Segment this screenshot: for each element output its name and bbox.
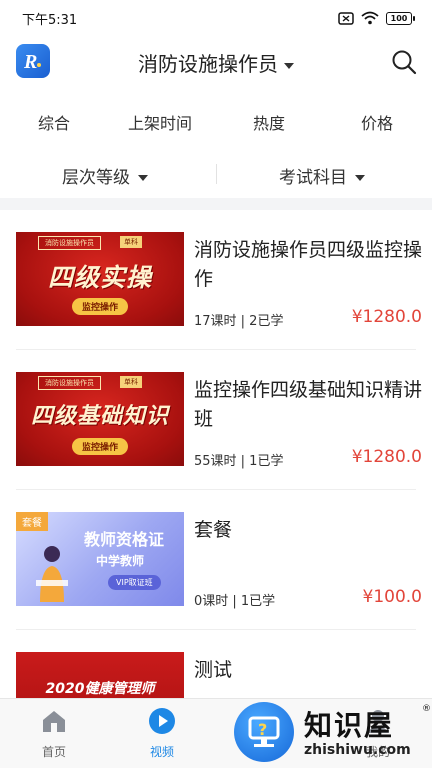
search-icon[interactable]: [390, 48, 418, 76]
chevron-down-icon: [355, 175, 365, 181]
level-filter[interactable]: 层次等级: [62, 163, 148, 188]
thumbnail-pill: 监控操作: [71, 438, 129, 455]
course-price: ¥1280.0: [351, 307, 422, 327]
thumbnail-subheadline: 中学教师: [96, 554, 145, 568]
course-thumbnail: 2020健康管理师: [16, 652, 184, 698]
thumbnail-badge: 单科: [120, 376, 142, 388]
tab-popularity[interactable]: 热度: [253, 110, 285, 134]
section-divider: [0, 198, 432, 210]
filter-bar: 层次等级 考试科目: [0, 152, 432, 196]
thumbnail-corner-tag: 套餐: [16, 512, 48, 531]
course-card[interactable]: 消防设施操作员 单科 四级实操 监控操作 消防设施操作员四级监控操作 17课时 …: [16, 210, 422, 350]
watermark-url: zhishiwu.com: [304, 742, 411, 758]
notification-mute-icon: [338, 11, 354, 25]
nav-video-label: 视频: [149, 745, 174, 759]
course-title: 套餐: [194, 519, 233, 541]
watermark-registered: ®: [422, 704, 431, 714]
nav-home-label: 首页: [41, 745, 66, 759]
course-meta: 0课时 | 1已学: [194, 594, 276, 609]
status-icons: 100: [338, 11, 415, 25]
course-price: ¥1280.0: [351, 447, 422, 467]
status-bar: 下午5:31 100: [0, 0, 432, 36]
teacher-illustration-icon: [36, 546, 68, 602]
thumbnail-badge: 单科: [120, 236, 142, 248]
level-filter-label: 层次等级: [62, 168, 130, 188]
course-title: 消防设施操作员四级监控操作: [194, 239, 423, 290]
course-card[interactable]: 消防设施操作员 单科 四级基础知识 监控操作 监控操作四级基础知识精讲班 55课…: [16, 350, 422, 490]
watermark-name: 知识屋: [304, 709, 395, 742]
course-thumbnail: 消防设施操作员 单科 四级基础知识 监控操作: [16, 372, 184, 466]
course-list: 消防设施操作员 单科 四级实操 监控操作 消防设施操作员四级监控操作 17课时 …: [0, 210, 432, 698]
thumbnail-headline: 2020健康管理师: [45, 681, 155, 697]
watermark: ? 知识屋 ® zhishiwu.com: [234, 700, 432, 768]
page-title: 消防设施操作员: [138, 52, 278, 76]
category-selector[interactable]: 消防设施操作员: [0, 48, 432, 77]
course-meta: 17课时 | 2已学: [194, 314, 284, 329]
status-time: 下午5:31: [22, 12, 78, 28]
wifi-icon: [361, 11, 379, 25]
course-thumbnail: 消防设施操作员 单科 四级实操 监控操作: [16, 232, 184, 326]
subject-filter-label: 考试科目: [279, 168, 347, 188]
sort-tabs: 综合 上架时间 热度 价格: [0, 98, 432, 142]
course-meta: 55课时 | 1已学: [194, 454, 284, 469]
thumbnail-pill: 监控操作: [71, 298, 129, 315]
thumbnail-tag: 消防设施操作员: [38, 236, 101, 250]
course-card[interactable]: 套餐 教师资格证 中学教师 VIP取证班 套餐 0课时 | 1已学 ¥100.0: [16, 490, 422, 630]
course-title: 监控操作四级基础知识精讲班: [194, 379, 423, 430]
thumbnail-headline: 四级基础知识: [30, 404, 169, 429]
tab-listing-time[interactable]: 上架时间: [128, 110, 192, 134]
thumbnail-tag: 消防设施操作员: [38, 376, 101, 390]
nav-video[interactable]: 视频: [132, 707, 192, 760]
watermark-logo-icon: ?: [234, 702, 294, 762]
course-title: 测试: [194, 659, 233, 681]
tab-comprehensive[interactable]: 综合: [38, 110, 70, 134]
svg-text:?: ?: [258, 720, 267, 739]
filter-divider: [216, 164, 217, 184]
app-header: R 消防设施操作员: [0, 40, 432, 84]
thumbnail-headline: 四级实操: [47, 263, 152, 292]
thumbnail-pill: VIP取证班: [108, 575, 161, 590]
chevron-down-icon: [138, 175, 148, 181]
battery-icon: 100: [386, 11, 415, 25]
course-card[interactable]: 2020健康管理师 测试: [16, 630, 416, 698]
home-icon: [43, 711, 65, 732]
tab-price[interactable]: 价格: [361, 110, 393, 134]
course-thumbnail: 套餐 教师资格证 中学教师 VIP取证班: [16, 512, 184, 606]
nav-home[interactable]: 首页: [24, 707, 84, 760]
chevron-down-icon: [284, 62, 294, 69]
play-icon: [149, 708, 175, 734]
subject-filter[interactable]: 考试科目: [279, 163, 365, 188]
thumbnail-headline: 教师资格证: [84, 530, 165, 549]
course-price: ¥100.0: [362, 587, 422, 607]
